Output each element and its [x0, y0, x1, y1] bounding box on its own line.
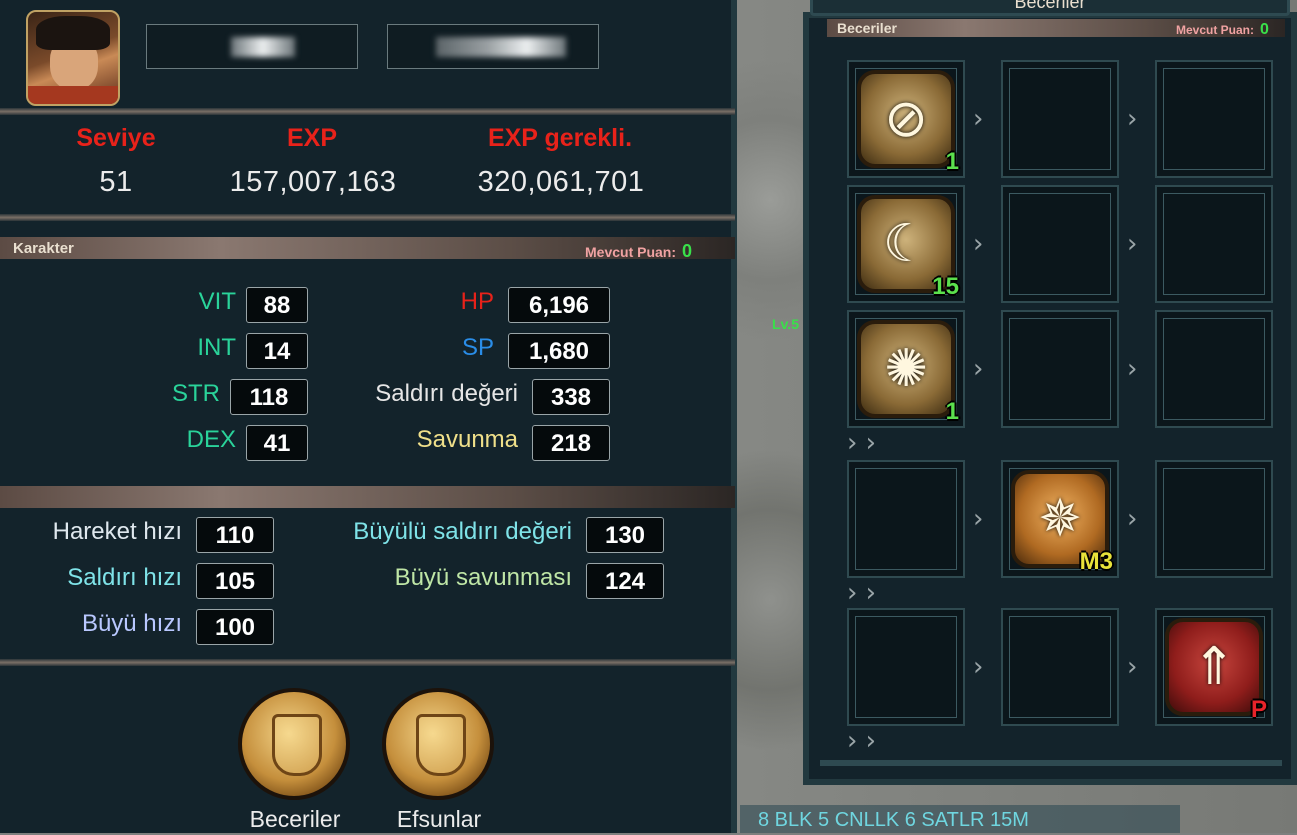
- cast-speed-value: 100: [196, 609, 274, 645]
- chevron-right-icon: ›: [973, 229, 984, 259]
- exp-required-header: EXP gerekli.: [487, 124, 633, 152]
- vit-value: 88: [246, 287, 308, 323]
- secondary-section-bar: [0, 486, 735, 508]
- divider: [0, 659, 735, 666]
- character-portrait: [26, 10, 120, 106]
- move-speed-value: 110: [196, 517, 274, 553]
- exp-required-value: 320,061,701: [477, 166, 645, 198]
- magic-defense-label: Büyü savunması: [394, 564, 572, 591]
- magic-defense-value: 124: [586, 563, 664, 599]
- skills-medal-button[interactable]: [238, 688, 350, 800]
- character-points: Mevcut Puan: 0: [585, 241, 692, 262]
- skills-window-footer: [820, 760, 1282, 766]
- chevron-right-icon: ›: [1127, 504, 1138, 534]
- character-section-title: Karakter: [13, 240, 74, 257]
- skill-slot-empty[interactable]: [1155, 60, 1273, 178]
- magic-attack-value: 130: [586, 517, 664, 553]
- divider: [0, 108, 735, 115]
- skill-level: 15: [932, 273, 959, 300]
- double-chevron-icon: › ›: [847, 578, 877, 608]
- skills-button-label[interactable]: Beceriler: [222, 806, 368, 833]
- chevron-right-icon: ›: [1127, 354, 1138, 384]
- attack-speed-value: 105: [196, 563, 274, 599]
- exp-value: 157,007,163: [229, 166, 397, 198]
- guild-name-field: [387, 24, 599, 69]
- points-value: 0: [682, 241, 693, 261]
- skill-slot-empty[interactable]: [1001, 608, 1119, 726]
- chevron-right-icon: ›: [1127, 104, 1138, 134]
- divider: [0, 214, 735, 221]
- str-value: 118: [230, 379, 308, 415]
- enchants-medal-button[interactable]: [382, 688, 494, 800]
- skill-slot-empty[interactable]: [1001, 60, 1119, 178]
- level-header: Seviye: [76, 124, 156, 152]
- exp-header: EXP: [286, 124, 338, 152]
- skill-slot[interactable]: ☾ 15: [847, 185, 965, 303]
- points-value: 0: [1260, 21, 1269, 38]
- skill-slot-empty[interactable]: [1155, 310, 1273, 428]
- skills-section-title: Beceriler: [837, 20, 897, 36]
- points-label: Mevcut Puan:: [585, 244, 677, 260]
- skill-level: P: [1250, 696, 1267, 723]
- defense-value: 218: [532, 425, 610, 461]
- chat-message: 8 BLK 5 CNLLK 6 SATLR 15M: [740, 805, 1180, 833]
- skill-level: M3: [1079, 548, 1113, 575]
- level-value: 51: [99, 166, 133, 198]
- skill-slot[interactable]: ✵ M3: [1001, 460, 1119, 578]
- sword-slash-icon: ⊘: [857, 70, 955, 168]
- double-chevron-icon: › ›: [847, 726, 877, 756]
- spinning-blades-icon: ✺: [857, 320, 955, 418]
- skill-slot-empty[interactable]: [847, 608, 965, 726]
- skill-slot[interactable]: ⇑ P: [1155, 608, 1273, 726]
- defense-label: Savunma: [416, 426, 518, 453]
- attack-value: 338: [532, 379, 610, 415]
- double-chevron-icon: › ›: [847, 428, 877, 458]
- vit-label: VIT: [198, 288, 236, 315]
- skill-slot-empty[interactable]: [847, 460, 965, 578]
- skill-level: 1: [945, 148, 959, 175]
- enchants-button-label[interactable]: Efsunlar: [366, 806, 512, 833]
- skills-window-title: Beceriler: [810, 0, 1290, 16]
- magic-attack-label: Büyülü saldırı değeri: [353, 518, 572, 545]
- pine-leaf-icon: ⇑: [1165, 618, 1263, 716]
- hp-value: 6,196: [508, 287, 610, 323]
- skill-slot-empty[interactable]: [1155, 185, 1273, 303]
- attack-label: Saldırı değeri: [375, 380, 518, 407]
- int-value: 14: [246, 333, 308, 369]
- points-label: Mevcut Puan:: [1176, 23, 1255, 37]
- shield-icon: [416, 714, 466, 776]
- chevron-right-icon: ›: [973, 652, 984, 682]
- skill-slot-empty[interactable]: [1155, 460, 1273, 578]
- dex-label: DEX: [186, 426, 236, 453]
- hp-label: HP: [460, 288, 494, 315]
- shield-icon: [272, 714, 322, 776]
- chevron-right-icon: ›: [1127, 229, 1138, 259]
- skill-slot[interactable]: ⊘ 1: [847, 60, 965, 178]
- character-name-field: [146, 24, 358, 69]
- attack-speed-label: Saldırı hızı: [67, 564, 182, 591]
- chevron-right-icon: ›: [1127, 652, 1138, 682]
- chevron-right-icon: ›: [973, 504, 984, 534]
- chevron-right-icon: ›: [973, 104, 984, 134]
- int-label: INT: [197, 334, 236, 361]
- sp-value: 1,680: [508, 333, 610, 369]
- skill-slot[interactable]: ✺ 1: [847, 310, 965, 428]
- cast-speed-label: Büyü hızı: [81, 610, 182, 637]
- skill-slot-empty[interactable]: [1001, 310, 1119, 428]
- str-label: STR: [172, 380, 220, 407]
- dex-value: 41: [246, 425, 308, 461]
- skills-points: Mevcut Puan: 0: [1176, 21, 1269, 39]
- skill-slot-empty[interactable]: [1001, 185, 1119, 303]
- sp-label: SP: [461, 334, 494, 361]
- chevron-right-icon: ›: [973, 354, 984, 384]
- move-speed-label: Hareket hızı: [52, 518, 182, 545]
- world-nameplate: Lv.5: [772, 316, 799, 332]
- skill-level: 1: [945, 398, 959, 425]
